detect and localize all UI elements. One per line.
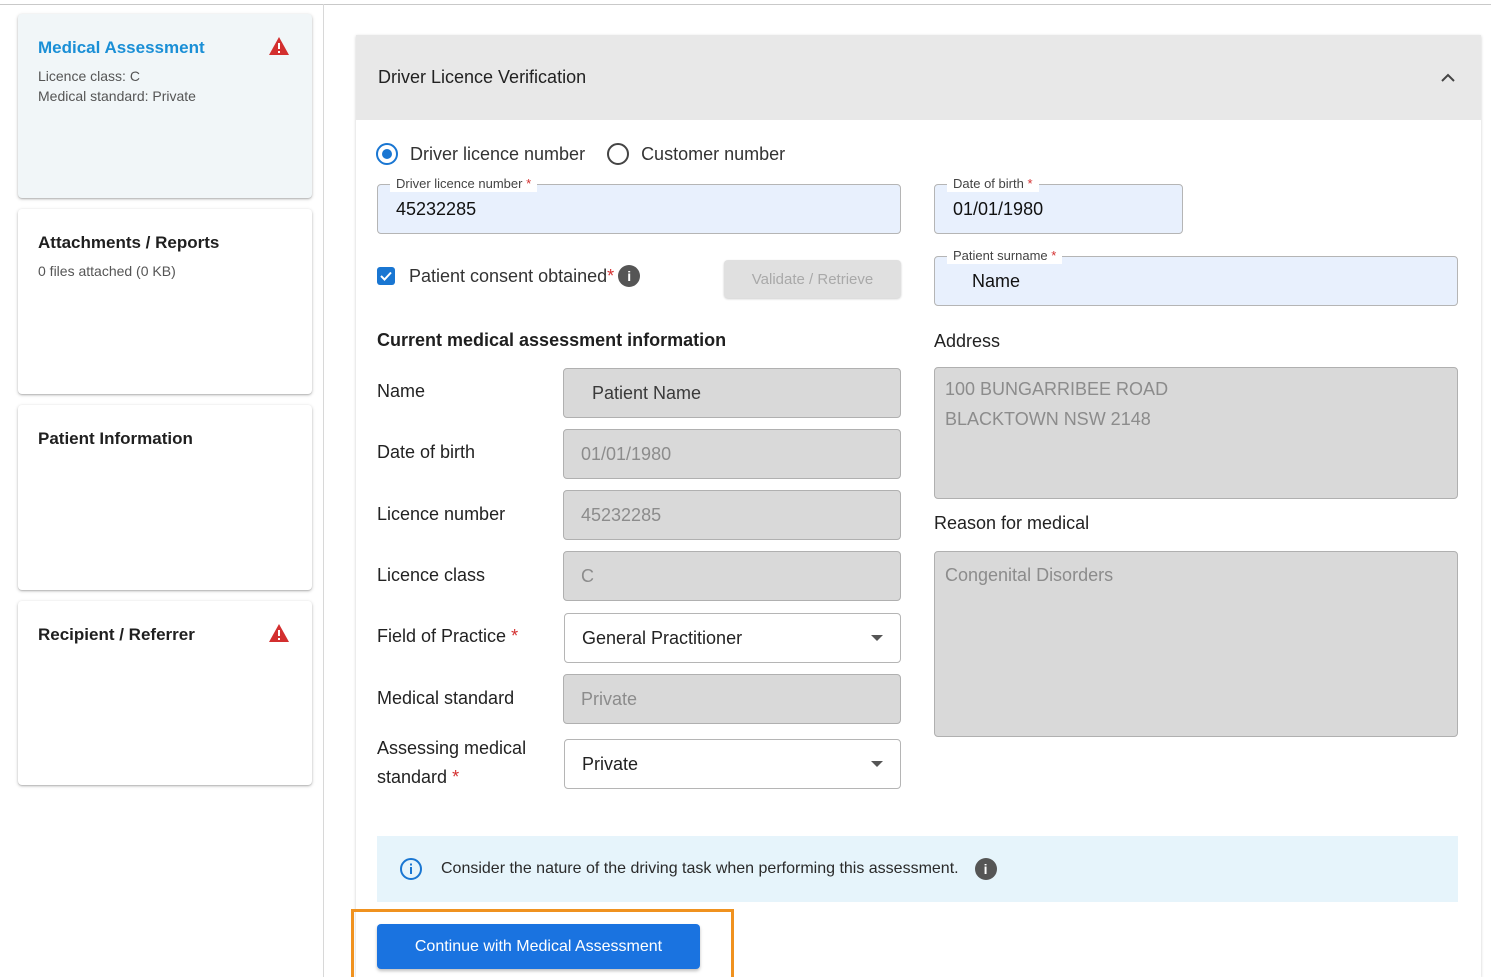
field-of-practice-select[interactable]: General Practitioner [564, 613, 901, 663]
sidebar-item-title: Attachments / Reports [38, 233, 220, 252]
panel-header[interactable]: Driver Licence Verification [356, 35, 1481, 120]
sidebar-item-title: Recipient / Referrer [38, 625, 195, 644]
info-icon[interactable]: i [618, 265, 641, 287]
field-label: Driver licence number * [390, 176, 538, 192]
name-label: Name [377, 381, 426, 401]
radio-label: Driver licence number [410, 143, 586, 164]
field-label: Date of birth * [947, 176, 1039, 192]
date-of-birth-label: Date of birth [377, 442, 476, 462]
dropdown-arrow-icon [871, 761, 883, 767]
licence-number-readonly-field: 45232285 [563, 490, 901, 540]
address-label: Address [934, 331, 1001, 351]
date-of-birth-readonly-field: 01/01/1980 [563, 429, 901, 479]
medical-standard-text: Medical standard: Private [38, 88, 196, 104]
dropdown-arrow-icon [871, 635, 883, 641]
radio-driver-licence-number[interactable] [376, 143, 398, 165]
date-of-birth-field[interactable]: Date of birth * 01/01/1980 [934, 176, 1183, 234]
warning-icon [269, 37, 289, 55]
sidebar-item-details: Licence class: C Medical standard: Priva… [38, 66, 292, 106]
attachments-count-text: 0 files attached (0 KB) [38, 263, 176, 279]
licence-class-label: Licence class [377, 565, 486, 585]
chevron-up-icon[interactable] [1437, 67, 1459, 89]
sidebar-divider [323, 4, 324, 977]
sidebar-item-title: Patient Information [38, 429, 193, 448]
section-title: Current medical assessment information [377, 330, 727, 350]
address-line-1: 100 BUNGARRIBEE ROAD [945, 379, 1169, 399]
sidebar-item-medical-assessment[interactable]: Medical Assessment Licence class: C Medi… [18, 14, 312, 198]
licence-class-text: Licence class: C [38, 68, 140, 84]
address-line-2: BLACKTOWN NSW 2148 [945, 409, 1151, 429]
patient-consent-row: Patient consent obtained * i [377, 265, 641, 287]
address-readonly-area: 100 BUNGARRIBEE ROAD BLACKTOWN NSW 2148 [934, 367, 1458, 499]
patient-consent-checkbox[interactable] [377, 267, 395, 285]
reason-for-medical-label: Reason for medical [934, 513, 1090, 533]
assessing-medical-standard-select[interactable]: Private [564, 739, 901, 789]
patient-surname-field[interactable]: Patient surname * Name [934, 248, 1458, 306]
info-banner: Consider the nature of the driving task … [377, 836, 1458, 902]
sidebar-item-attachments[interactable]: Attachments / Reports 0 files attached (… [18, 209, 312, 394]
top-divider [0, 4, 1491, 5]
sidebar-item-patient-information[interactable]: Patient Information [18, 405, 312, 590]
required-marker: * [607, 265, 615, 286]
info-icon[interactable]: i [974, 858, 997, 880]
lookup-type-radio-group: Driver licence number Customer number [376, 143, 807, 165]
info-banner-text: Consider the nature of the driving task … [441, 860, 959, 877]
assessing-medical-standard-label: Assessing medical standard * [377, 738, 527, 787]
licence-number-label: Licence number [377, 504, 506, 524]
sidebar-item-details: 0 files attached (0 KB) [38, 261, 292, 281]
driver-licence-number-field[interactable]: Driver licence number * 45232285 [377, 176, 901, 234]
field-value: 01/01/1980 [953, 198, 1044, 219]
field-label: Patient surname * [947, 248, 1063, 264]
warning-icon [269, 624, 289, 642]
radio-label: Customer number [641, 143, 786, 164]
patient-consent-label: Patient consent obtained [409, 265, 608, 286]
radio-customer-number[interactable] [607, 143, 630, 165]
sidebar-item-title: Medical Assessment [38, 38, 205, 57]
select-value: Private [582, 753, 639, 774]
info-circle-icon [400, 858, 422, 880]
licence-class-readonly-field: C [563, 551, 901, 601]
check-icon [380, 271, 392, 281]
continue-with-medical-assessment-button[interactable]: Continue with Medical Assessment [377, 924, 700, 969]
field-value: Name [972, 270, 1021, 291]
select-value: General Practitioner [582, 627, 743, 648]
panel-title: Driver Licence Verification [378, 67, 587, 87]
reason-for-medical-readonly-area: Congenital Disorders [934, 551, 1458, 737]
name-readonly-field: Patient Name [563, 368, 901, 418]
validate-retrieve-button[interactable]: Validate / Retrieve [724, 260, 901, 298]
medical-standard-readonly-field: Private [563, 674, 901, 724]
field-value: 45232285 [396, 198, 477, 219]
sidebar-item-recipient-referrer[interactable]: Recipient / Referrer [18, 601, 312, 785]
medical-standard-label: Medical standard [377, 688, 515, 708]
field-of-practice-label: Field of Practice * [377, 626, 519, 646]
